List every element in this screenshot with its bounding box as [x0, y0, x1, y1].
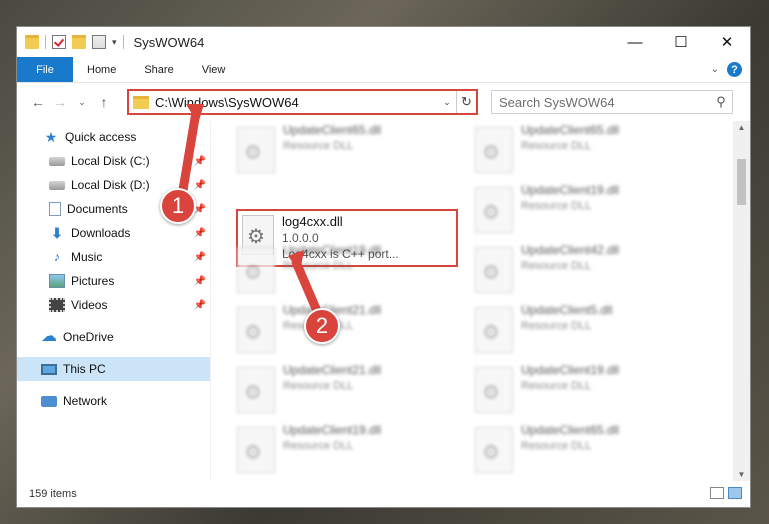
step-2-callout: 2: [304, 308, 340, 344]
step-1-callout: 1: [160, 188, 196, 224]
arrow-to-address-bar: [177, 107, 201, 201]
annotation-arrows: [177, 104, 325, 323]
